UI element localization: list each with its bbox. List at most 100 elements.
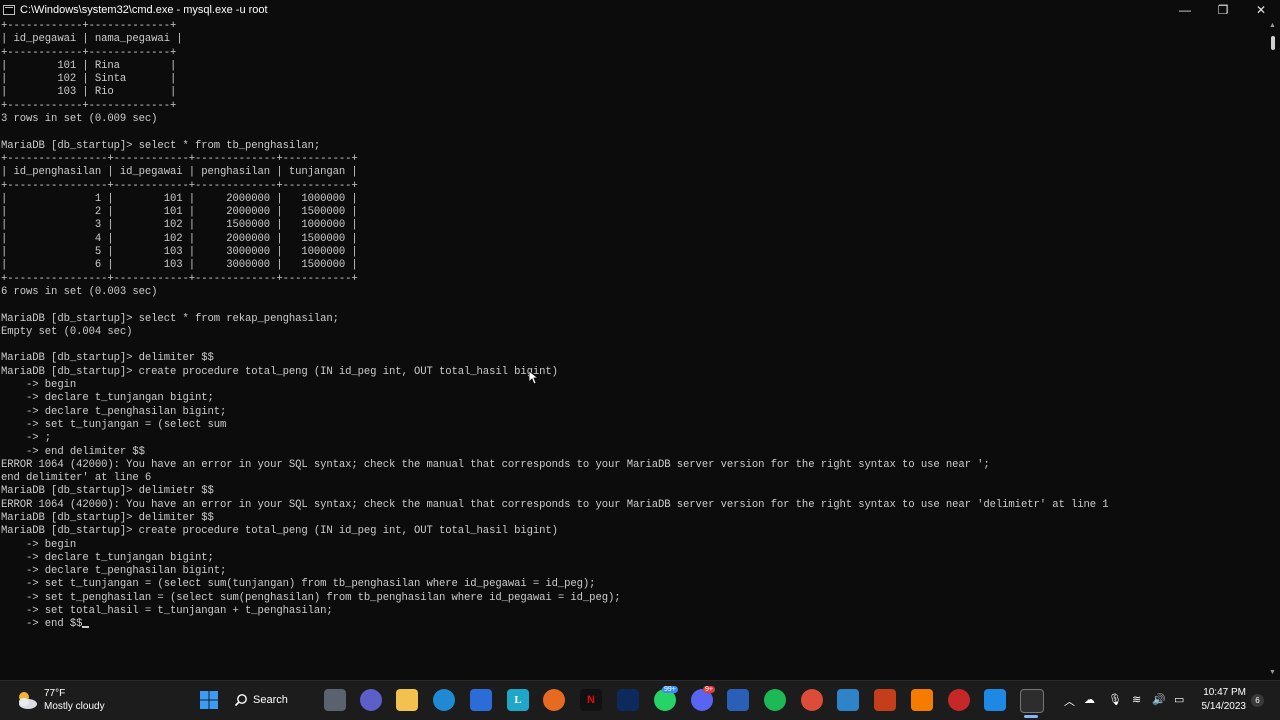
powerpoint-icon[interactable] (874, 689, 896, 711)
disney-plus-icon[interactable] (617, 689, 639, 711)
l-app-icon[interactable]: L (507, 689, 529, 711)
minimize-button[interactable]: — (1166, 0, 1204, 20)
console-line: -> declare t_tunjangan bigint; (1, 551, 214, 564)
notification-count-badge[interactable]: 6 (1251, 694, 1264, 707)
console-line: -> end $$ (0, 618, 1262, 631)
console-line: -> ; (1, 432, 52, 445)
weather-temperature: 77°F (44, 688, 66, 699)
task-view-icon[interactable] (324, 689, 346, 711)
console-line: | id_pegawai | nama_pegawai | (1, 33, 183, 46)
file-explorer-icon[interactable] (396, 689, 418, 711)
search-icon (234, 694, 247, 707)
console-line: -> declare t_tunjangan bigint; (1, 392, 214, 405)
scroll-down-icon[interactable]: ▼ (1269, 669, 1276, 676)
console-line: Empty set (0.004 sec) (1, 325, 133, 338)
edge-browser-icon[interactable] (433, 689, 455, 711)
console-line: | id_penghasilan | id_pegawai | penghasi… (1, 166, 358, 179)
console-line: -> set t_penghasilan = (select sum(pengh… (1, 591, 621, 604)
taskbar-search-button[interactable]: Search (234, 689, 300, 711)
search-label: Search (253, 694, 288, 706)
console-line: | 1 | 101 | 2000000 | 1000000 | (1, 192, 358, 205)
console-line: -> end delimiter $$ (1, 445, 145, 458)
console-line: 6 rows in set (0.003 sec) (1, 285, 158, 298)
mouse-pointer-icon (529, 371, 539, 385)
console-line: 3 rows in set (0.009 sec) (1, 113, 158, 126)
taskbar-clock[interactable]: 10:47 PM 5/14/2023 (1198, 686, 1247, 714)
onedrive-cloud-icon[interactable]: ☁ (1084, 693, 1095, 706)
close-button[interactable]: ✕ (1242, 0, 1280, 20)
console-output[interactable]: +------------+-------------+ | id_pegawai… (0, 20, 1262, 680)
console-line: | 5 | 103 | 3000000 | 1000000 | (1, 246, 358, 259)
chevron-up-icon[interactable]: ︿ (1064, 693, 1075, 709)
notepad-icon[interactable] (837, 689, 859, 711)
start-button[interactable] (198, 689, 220, 711)
console-line: ERROR 1064 (42000): You have an error in… (1, 498, 1109, 511)
text-cursor (82, 626, 90, 629)
clock-time: 10:47 PM (1203, 687, 1246, 698)
active-app-indicator (1024, 715, 1038, 718)
firefox-icon[interactable] (543, 689, 565, 711)
console-line: | 4 | 102 | 2000000 | 1500000 | (1, 232, 358, 245)
spotify-icon[interactable] (764, 689, 786, 711)
console-line: +------------+-------------+ (1, 99, 177, 112)
volume-icon[interactable]: 🔊 (1152, 693, 1166, 706)
weather-widget[interactable]: 77°F Mostly cloudy (14, 687, 105, 713)
console-line: MariaDB [db_startup]> create procedure t… (1, 525, 558, 538)
console-line: -> set t_tunjangan = (select sum (1, 418, 227, 431)
console-line: | 3 | 102 | 1500000 | 1000000 | (1, 219, 358, 232)
windows-logo-icon (200, 691, 218, 709)
scroll-up-icon[interactable]: ▲ (1269, 22, 1276, 29)
console-line: -> set total_hasil = t_tunjangan + t_pen… (1, 605, 333, 618)
word-icon[interactable] (727, 689, 749, 711)
cloudy-weather-icon (19, 692, 37, 709)
discord-badge: 9+ (703, 686, 715, 693)
console-scrollbar[interactable]: ▲ ▼ (1266, 20, 1280, 680)
console-line: MariaDB [db_startup]> create procedure t… (1, 365, 558, 378)
xampp-icon[interactable] (911, 689, 933, 711)
console-line: | 103 | Rio | (1, 86, 177, 99)
wifi-icon[interactable]: ≋ (1132, 693, 1141, 706)
battery-icon[interactable]: ▭ (1174, 693, 1184, 706)
console-line: -> declare t_penghasilan bigint; (1, 565, 227, 578)
teams-chat-icon[interactable] (360, 689, 382, 711)
console-line: | 2 | 101 | 2000000 | 1500000 | (1, 206, 358, 219)
window-titlebar[interactable]: C:\Windows\system32\cmd.exe - mysql.exe … (0, 0, 1280, 20)
microphone-icon[interactable]: 🎙 (1108, 693, 1122, 706)
weather-description: Mostly cloudy (44, 701, 105, 712)
console-line: MariaDB [db_startup]> select * from tb_p… (1, 139, 321, 152)
console-line: ERROR 1064 (42000): You have an error in… (1, 458, 990, 471)
clock-date: 5/14/2023 (1201, 701, 1247, 712)
console-line: +----------------+------------+---------… (1, 152, 358, 165)
console-line: MariaDB [db_startup]> select * from reka… (1, 312, 339, 325)
console-line: | 101 | Rina | (1, 59, 177, 72)
console-line: MariaDB [db_startup]> delimiter $$ (1, 352, 214, 365)
maximize-button[interactable]: ❐ (1204, 0, 1242, 20)
console-line: -> begin (1, 379, 77, 392)
netflix-icon[interactable]: N (580, 689, 602, 711)
cmd-app-icon (3, 5, 15, 15)
taskbar: 77°F Mostly cloudy Search L N 99+ 9+ ︿ ☁… (0, 680, 1280, 720)
command-prompt-icon[interactable] (1020, 689, 1044, 713)
console-line: -> begin (1, 538, 77, 551)
settings-gear-icon[interactable] (948, 689, 970, 711)
console-line: MariaDB [db_startup]> delimiter $$ (1, 511, 214, 524)
scrollbar-thumb[interactable] (1271, 36, 1275, 50)
whatsapp-badge: 99+ (662, 686, 678, 693)
console-line: -> declare t_penghasilan bigint; (1, 405, 227, 418)
console-line: +------------+-------------+ (1, 46, 177, 59)
console-line: MariaDB [db_startup]> delimietr $$ (1, 485, 214, 498)
console-line: | 6 | 103 | 3000000 | 1500000 | (1, 259, 358, 272)
console-line: end delimiter' at line 6 (1, 472, 152, 485)
console-line: +----------------+------------+---------… (1, 272, 358, 285)
paint-icon[interactable] (984, 689, 1006, 711)
chrome-icon[interactable] (801, 689, 823, 711)
console-line: | 102 | Sinta | (1, 73, 177, 86)
console-line: -> set t_tunjangan = (select sum(tunjang… (1, 578, 596, 591)
window-title: C:\Windows\system32\cmd.exe - mysql.exe … (20, 4, 268, 16)
console-line: +------------+-------------+ (1, 20, 177, 32)
microsoft-store-icon[interactable] (470, 689, 492, 711)
console-line: +----------------+------------+---------… (1, 179, 358, 192)
